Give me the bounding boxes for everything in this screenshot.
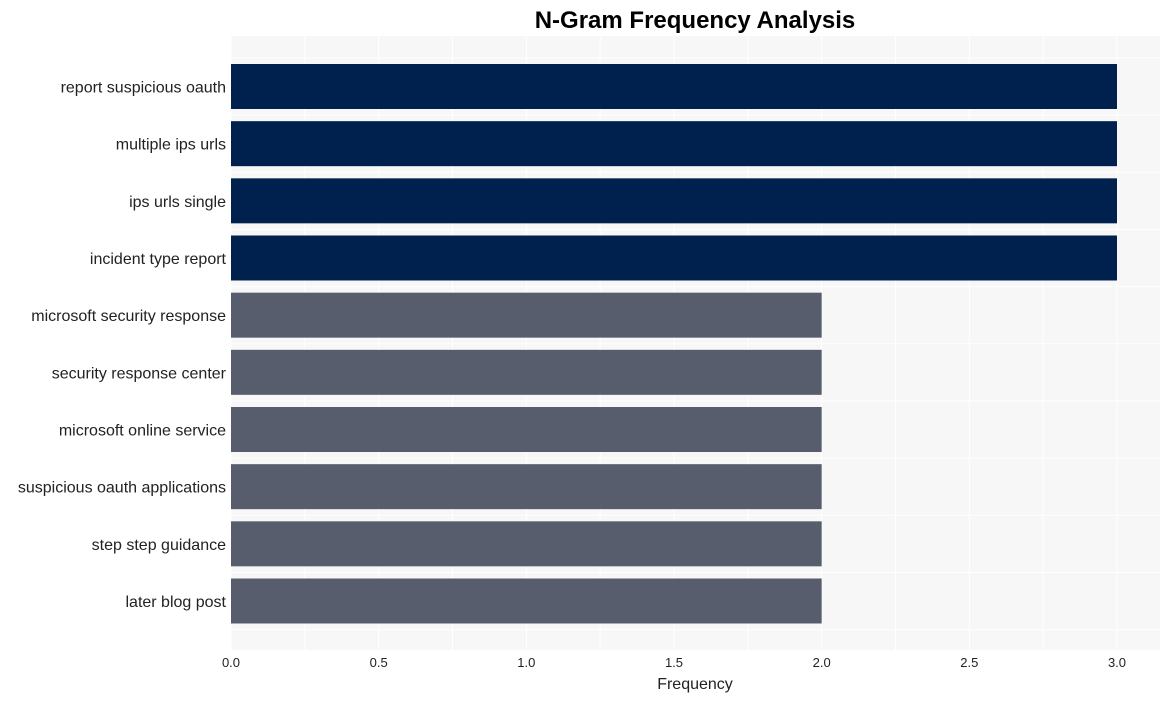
bar: [231, 464, 822, 510]
y-tick-label: microsoft online service: [59, 423, 226, 440]
bar: [231, 521, 822, 567]
y-tick-label: later blog post: [125, 594, 226, 611]
y-tick-label: multiple ips urls: [116, 137, 226, 154]
y-tick-label: microsoft security response: [31, 308, 226, 325]
x-tick-label: 0.5: [370, 655, 388, 670]
bar: [231, 235, 1117, 281]
y-tick-label: suspicious oauth applications: [18, 480, 226, 497]
x-tick-label: 0.0: [222, 655, 240, 670]
y-tick-label: ips urls single: [129, 194, 226, 211]
x-tick-label: 3.0: [1108, 655, 1126, 670]
x-tick-labels: 0.0 0.5 1.0 1.5 2.0 2.5 3.0: [222, 655, 1126, 670]
x-tick-label: 2.0: [813, 655, 831, 670]
ngram-bar-chart: report suspicious oauth multiple ips urls…: [18, 7, 1160, 693]
y-tick-labels: report suspicious oauth multiple ips urls…: [18, 80, 227, 612]
y-tick-label: security response center: [52, 365, 227, 382]
x-tick-label: 1.0: [517, 655, 535, 670]
bar: [231, 64, 1117, 109]
chart-title: N-Gram Frequency Analysis: [535, 7, 856, 34]
x-tick-label: 1.5: [665, 655, 683, 670]
bar: [231, 349, 822, 395]
y-tick-label: step step guidance: [92, 537, 226, 554]
x-axis-label: Frequency: [657, 676, 733, 693]
bar: [231, 578, 822, 624]
bar: [231, 121, 1117, 167]
x-tick-label: 2.5: [960, 655, 978, 670]
y-tick-label: incident type report: [90, 251, 227, 268]
bar: [231, 292, 822, 338]
bar: [231, 407, 822, 452]
y-tick-label: report suspicious oauth: [61, 80, 226, 97]
bar: [231, 178, 1117, 224]
